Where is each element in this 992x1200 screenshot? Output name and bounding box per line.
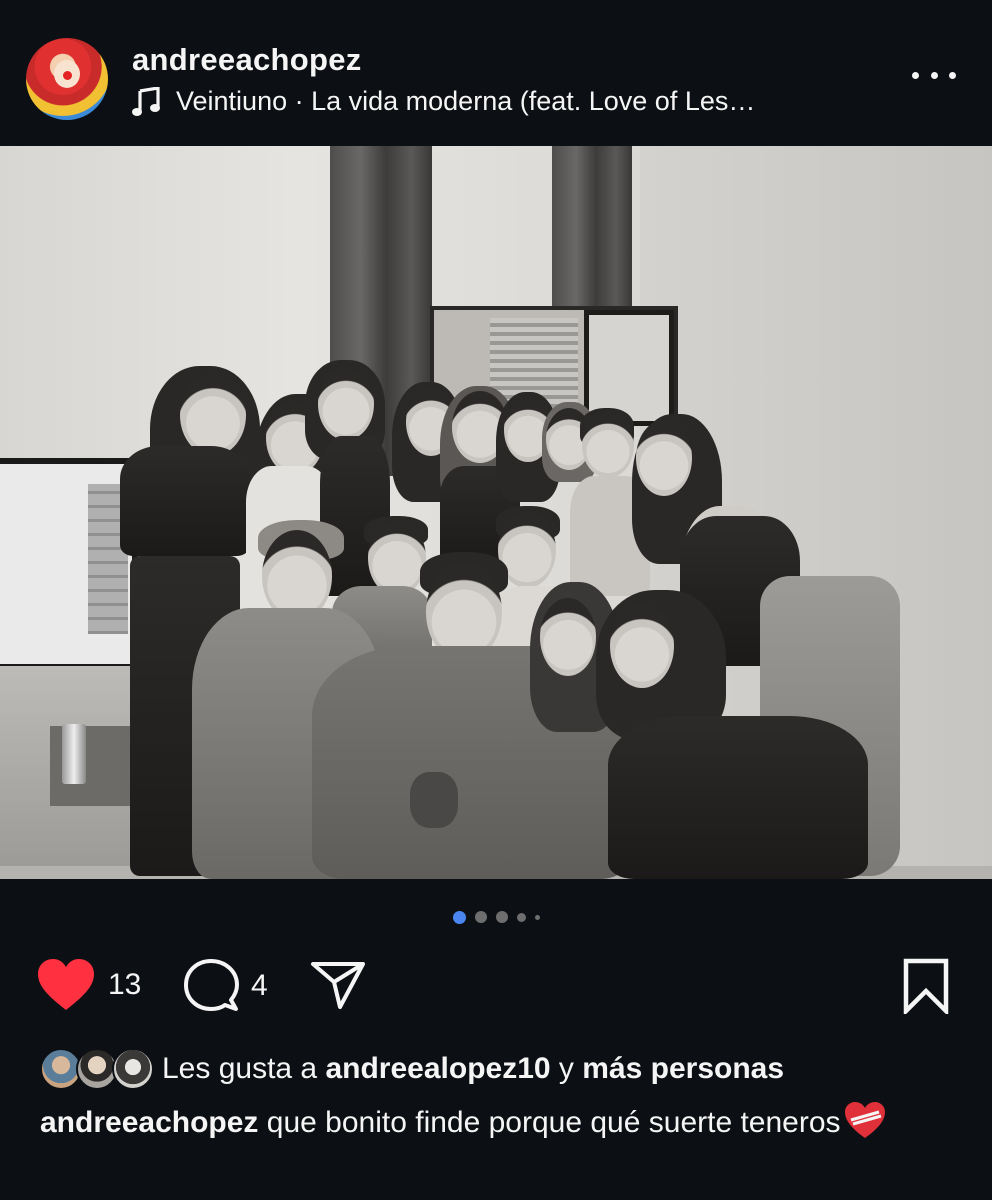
- person-head: [180, 374, 246, 456]
- shelf-graphic: [0, 666, 150, 879]
- music-info[interactable]: Veintiuno · La vida moderna (feat. Love …: [132, 86, 755, 117]
- liker-username[interactable]: andreealopez10: [325, 1052, 550, 1086]
- person-head: [318, 368, 374, 440]
- music-note-icon: [132, 86, 160, 116]
- clown-nose-graphic: [63, 71, 72, 80]
- person-head: [636, 420, 692, 496]
- action-bar: 13 4: [0, 952, 992, 1022]
- comments-count[interactable]: 4: [251, 969, 268, 1003]
- tv-graphic: [0, 458, 138, 670]
- dot-icon: [949, 71, 956, 79]
- post-header: andreeachopez Veintiuno · La vida modern…: [0, 0, 992, 146]
- comment-group: 4: [183, 958, 268, 1014]
- more-options-button[interactable]: [912, 60, 956, 90]
- likes-connector: y: [558, 1052, 574, 1085]
- person-head: [610, 604, 674, 688]
- caption-username[interactable]: andreeachopez: [40, 1106, 258, 1139]
- post-photo[interactable]: [0, 146, 992, 879]
- caption: andreeachopez que bonito finde porque qu…: [40, 1100, 960, 1144]
- avatar: [112, 1048, 154, 1090]
- carousel-dot: [474, 911, 487, 923]
- person-body: [608, 716, 868, 879]
- bookmark-icon: [903, 958, 949, 1014]
- music-track-label: Veintiuno · La vida moderna (feat. Love …: [176, 86, 756, 116]
- carousel-dot: [534, 914, 540, 920]
- heart-icon[interactable]: [36, 958, 96, 1012]
- person-body: [120, 446, 250, 556]
- caption-text: que bonito finde porque qué suerte tener…: [266, 1106, 841, 1139]
- carousel-dot: [452, 910, 466, 924]
- likes-prefix: Les gusta a: [162, 1052, 318, 1085]
- can-graphic: [62, 724, 86, 784]
- post-username[interactable]: andreeachopez: [132, 42, 362, 78]
- dot-icon: [912, 71, 919, 79]
- like-group: 13: [36, 958, 141, 1012]
- likes-others-link[interactable]: más personas: [582, 1052, 784, 1086]
- likes-summary[interactable]: Les gusta a andreealopez10 y más persona…: [40, 1046, 784, 1092]
- share-button[interactable]: [310, 960, 366, 1010]
- comment-icon[interactable]: [183, 958, 239, 1014]
- likes-count[interactable]: 13: [108, 968, 141, 1002]
- send-icon: [311, 962, 365, 1009]
- carousel-dot: [495, 911, 508, 923]
- person-head: [582, 412, 634, 478]
- save-button[interactable]: [902, 958, 950, 1014]
- dot-icon: [930, 71, 938, 79]
- cup-graphic: [410, 772, 458, 828]
- carousel-dot: [516, 912, 526, 922]
- liker-avatars: [40, 1046, 154, 1092]
- person-head: [368, 520, 426, 596]
- avatar[interactable]: [26, 38, 108, 120]
- mending-heart-icon: [844, 1102, 885, 1138]
- person-head: [540, 598, 596, 676]
- carousel-indicator: [0, 908, 992, 926]
